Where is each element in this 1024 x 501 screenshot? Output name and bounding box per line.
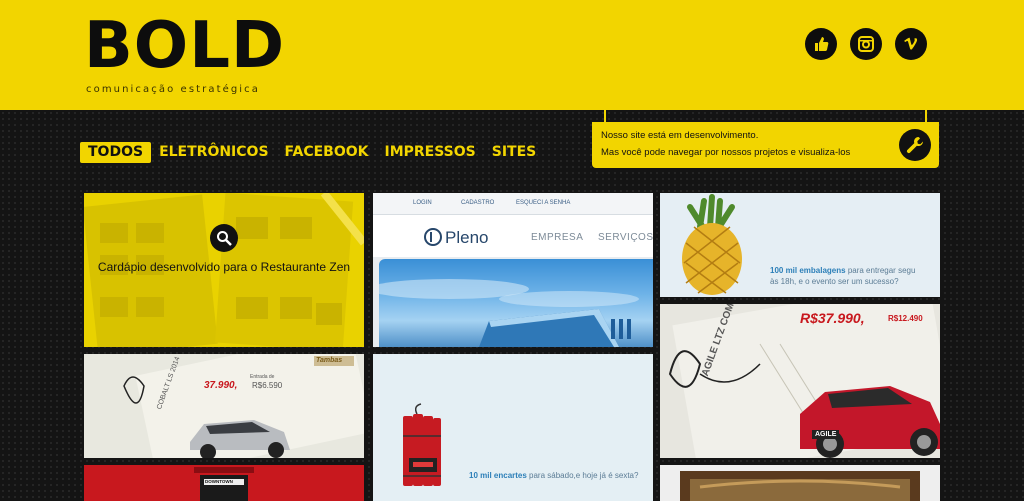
project-tile-cobalt[interactable]: Tambas 37.990, Entrada de R$6.590 COBALT… [84,354,364,458]
tile-text: 10 mil encartes para sábado,e hoje já é … [469,471,638,480]
site-header: BOLD comunicação estratégica [0,0,1024,110]
filter-sites[interactable]: SITES [484,142,545,163]
tagline: comunicação estratégica [86,84,261,95]
project-tile-dynamite[interactable]: 10 mil encartes para sábado,e hoje já é … [373,354,653,501]
notice-line-1: Nosso site está em desenvolvimento. [601,130,759,141]
tile-text-rest: para entregar segu [845,266,916,275]
project-tile-frame[interactable] [660,465,940,501]
agile-price-2: R$12.490 [888,314,923,323]
empresa-link: EMPRESA [531,232,584,243]
cobalt-entrada-label: Entrada de [250,374,275,380]
filter-nav: TODOS ELETRÔNICOS FACEBOOK IMPRESSOS SIT… [80,142,544,163]
tile-text-line-2: às 18h, e o evento ser um sucesso? [770,277,899,286]
tile-text-bold: 10 mil encartes [469,471,527,480]
logo[interactable]: BOLD [84,14,285,78]
facebook-link[interactable] [805,28,837,60]
site-topbar: LOGIN CADASTRO ESQUECI A SENHA [373,193,653,215]
tile-text-rest: para sábado,e hoje já é sexta? [526,471,639,480]
filter-eletronicos[interactable]: ELETRÔNICOS [151,142,276,163]
hero-image [373,259,653,347]
login-link: LOGIN [413,200,432,206]
cobalt-ad-image [123,354,364,458]
cobalt-entrada-value: R$6.590 [252,381,283,390]
esqueci-link: ESQUECI A SENHA [516,200,571,206]
project-tile-pleno[interactable]: LOGIN CADASTRO ESQUECI A SENHA Pleno EMP… [373,193,653,347]
vimeo-icon [904,37,918,50]
tile-text-bold: 100 mil embalagens [770,266,846,275]
tile-text: 100 mil embalagens para entregar segu às… [770,265,915,287]
downtown-label: DOWNTOWN [205,479,233,484]
instagram-link[interactable] [850,28,882,60]
instagram-icon [858,36,874,52]
cobalt-dealer: Tambas [316,357,343,364]
wrench-icon [899,129,931,161]
pleno-logo-icon [424,228,442,246]
agile-ad-image [668,304,940,458]
project-tile-pineapple[interactable]: 100 mil embalagens para entregar segu às… [660,193,940,297]
project-tile-downtown[interactable]: DOWNTOWN [84,465,364,501]
cadastro-link: CADASTRO [461,200,495,206]
servicos-link: SERVIÇOS [598,232,653,243]
agile-plate: AGILE [812,430,840,439]
development-notice: Nosso site está em desenvolvimento. Mas … [592,110,939,168]
notice-line-2: Mas você pode navegar por nossos projeto… [601,147,851,158]
frame-image [680,471,920,501]
project-tile-agile[interactable]: R$37.990, R$12.490 AGILE LTZ COMPLETÍSSI… [660,304,940,458]
thumbs-up-icon [815,37,829,51]
filter-todos[interactable]: TODOS [80,142,152,163]
pleno-brand: Pleno [445,228,489,247]
vimeo-link[interactable] [895,28,927,60]
project-tile-menu[interactable]: Cardápio desenvolvido para o Restaurante… [84,193,364,347]
agile-price: R$37.990, [800,310,865,326]
zoom-icon[interactable] [210,224,238,252]
filter-impressos[interactable]: IMPRESSOS [376,142,483,163]
tile-caption: Cardápio desenvolvido para o Restaurante… [97,260,351,274]
cobalt-price: 37.990, [204,380,238,391]
filter-facebook[interactable]: FACEBOOK [277,142,377,163]
site-nav: Pleno EMPRESA SERVIÇOS [373,215,653,257]
